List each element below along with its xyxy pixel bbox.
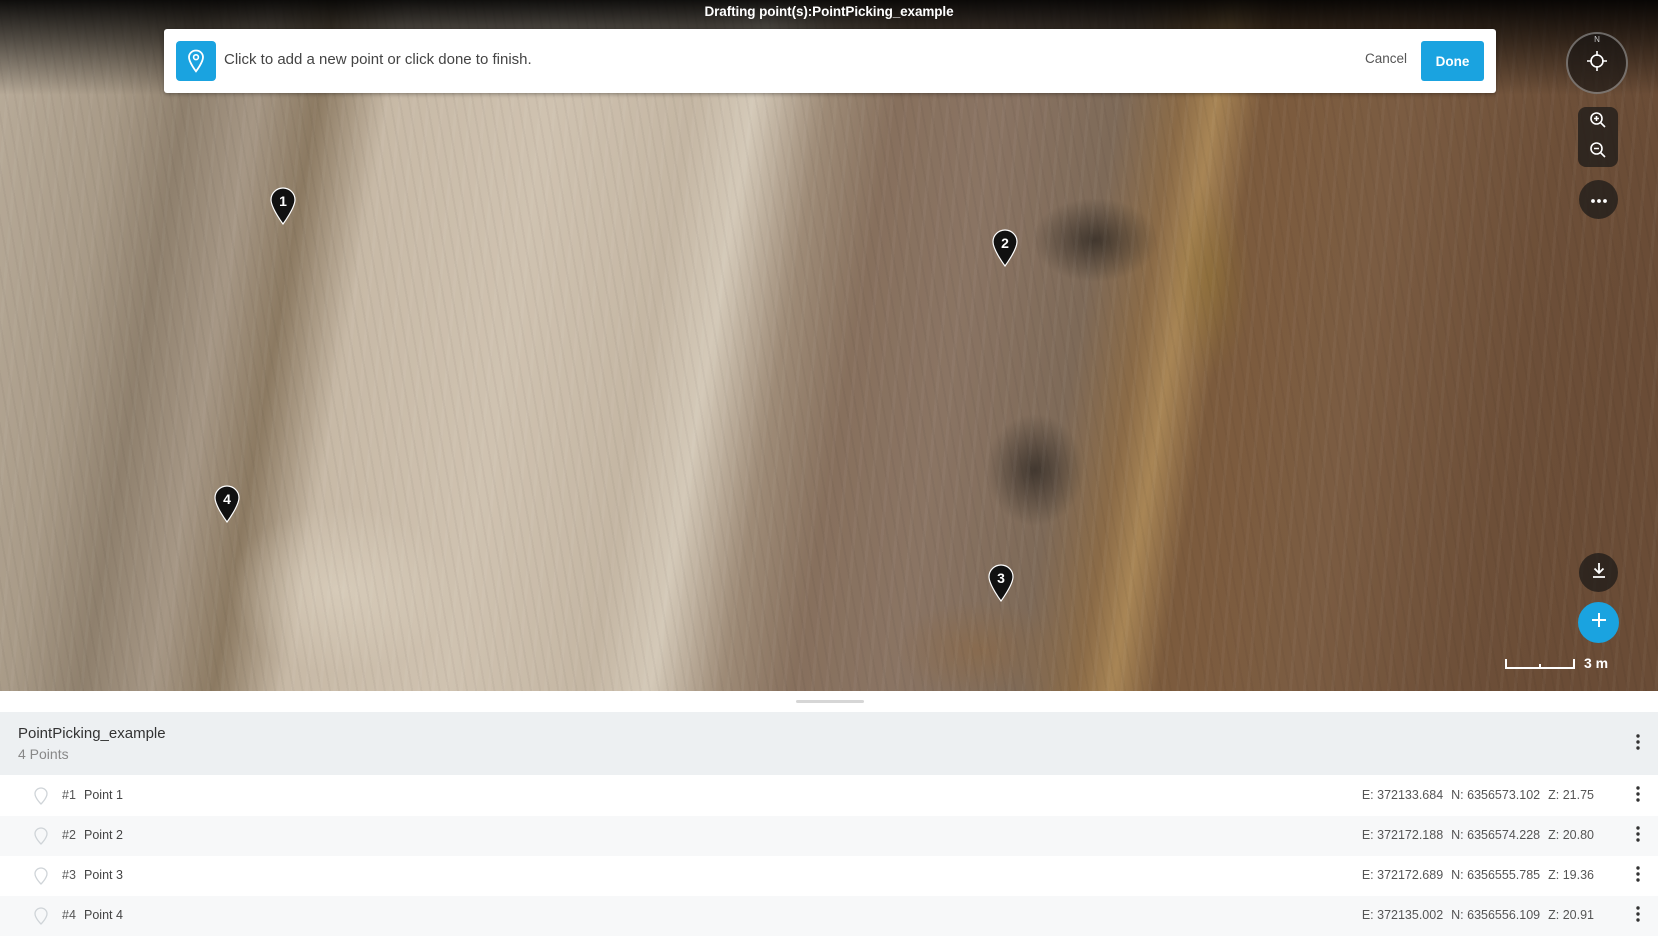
easting: E: 372133.684 xyxy=(1361,788,1444,802)
kebab-icon xyxy=(1636,905,1640,927)
layer-point-count: 4 Points xyxy=(18,746,69,762)
scale-bar xyxy=(1505,656,1575,669)
kebab-icon xyxy=(1636,865,1640,887)
map-marker[interactable]: 3 xyxy=(988,564,1014,602)
compass-icon xyxy=(1586,50,1608,77)
map-canvas[interactable]: Drafting point(s):PointPicking_example C… xyxy=(0,0,1658,691)
point-menu-button[interactable] xyxy=(1628,784,1648,808)
more-icon xyxy=(1590,191,1608,209)
point-name: Point 4 xyxy=(84,908,123,922)
point-number: #1 xyxy=(62,788,76,802)
prompt-text: Click to add a new point or click done t… xyxy=(224,51,532,68)
prompt-bar: Click to add a new point or click done t… xyxy=(164,29,1496,93)
point-row[interactable]: #1 Point 1 E: 372133.684 N: 6356573.102 Z:… xyxy=(0,776,1658,816)
map-texture xyxy=(0,0,1658,691)
download-icon xyxy=(1590,561,1608,584)
download-button[interactable] xyxy=(1579,553,1618,592)
kebab-icon xyxy=(1636,785,1640,807)
point-menu-button[interactable] xyxy=(1628,904,1648,928)
layer-name: PointPicking_example xyxy=(18,725,166,742)
point-number: #4 xyxy=(62,908,76,922)
kebab-icon xyxy=(1636,733,1640,755)
point-menu-button[interactable] xyxy=(1628,864,1648,888)
location-pin-icon xyxy=(176,41,216,81)
easting: E: 372172.188 xyxy=(1361,828,1444,842)
points-panel: PointPicking_example 4 Points #1 Point 1… xyxy=(0,691,1658,936)
marker-label: 3 xyxy=(997,570,1005,586)
done-button[interactable]: Done xyxy=(1421,41,1484,81)
elevation: Z: 20.91 xyxy=(1548,908,1594,922)
window-title: Drafting point(s):PointPicking_example xyxy=(704,4,954,19)
point-pin-icon xyxy=(34,827,48,845)
compass-north-label: N xyxy=(1594,35,1600,44)
scale-label: 3 m xyxy=(1584,655,1609,671)
map-marker[interactable]: 1 xyxy=(270,187,296,225)
point-menu-button[interactable] xyxy=(1628,824,1648,848)
point-row[interactable]: #2 Point 2 E: 372172.188 N: 6356574.228 Z:… xyxy=(0,816,1658,856)
kebab-icon xyxy=(1636,825,1640,847)
point-coordinates: E: 372172.188 N: 6356574.228 Z: 20.80 xyxy=(1354,828,1594,842)
point-name: Point 2 xyxy=(84,828,123,842)
point-pin-icon xyxy=(34,787,48,805)
point-row[interactable]: #4 Point 4 E: 372135.002 N: 6356556.109 Z:… xyxy=(0,896,1658,936)
point-row[interactable]: #3 Point 3 E: 372172.689 N: 6356555.785 Z:… xyxy=(0,856,1658,896)
elevation: Z: 21.75 xyxy=(1548,788,1594,802)
layer-header[interactable]: PointPicking_example 4 Points xyxy=(0,712,1658,775)
zoom-controls xyxy=(1578,107,1618,167)
point-pin-icon xyxy=(34,907,48,925)
compass-button[interactable]: N xyxy=(1566,32,1628,94)
easting: E: 372135.002 xyxy=(1361,908,1444,922)
layer-menu-button[interactable] xyxy=(1628,732,1648,756)
point-name: Point 3 xyxy=(84,868,123,882)
marker-label: 2 xyxy=(1001,235,1009,251)
map-marker[interactable]: 4 xyxy=(214,485,240,523)
northing: N: 6356573.102 xyxy=(1451,788,1541,802)
panel-drag-handle[interactable] xyxy=(796,700,864,703)
add-icon xyxy=(1590,611,1608,634)
marker-label: 1 xyxy=(279,193,287,209)
zoom-out-button[interactable] xyxy=(1578,137,1618,167)
zoom-in-icon xyxy=(1589,111,1607,134)
point-number: #2 xyxy=(62,828,76,842)
northing: N: 6356574.228 xyxy=(1451,828,1541,842)
point-pin-icon xyxy=(34,867,48,885)
cancel-button[interactable]: Cancel xyxy=(1365,51,1407,66)
add-button[interactable] xyxy=(1578,602,1619,643)
easting: E: 372172.689 xyxy=(1361,868,1444,882)
zoom-out-icon xyxy=(1589,141,1607,164)
point-coordinates: E: 372172.689 N: 6356555.785 Z: 19.36 xyxy=(1354,868,1594,882)
point-number: #3 xyxy=(62,868,76,882)
northing: N: 6356555.785 xyxy=(1451,868,1541,882)
point-coordinates: E: 372133.684 N: 6356573.102 Z: 21.75 xyxy=(1354,788,1594,802)
northing: N: 6356556.109 xyxy=(1451,908,1541,922)
elevation: Z: 19.36 xyxy=(1548,868,1594,882)
elevation: Z: 20.80 xyxy=(1548,828,1594,842)
marker-label: 4 xyxy=(223,491,231,507)
map-marker[interactable]: 2 xyxy=(992,229,1018,267)
point-name: Point 1 xyxy=(84,788,123,802)
point-coordinates: E: 372135.002 N: 6356556.109 Z: 20.91 xyxy=(1354,908,1594,922)
zoom-in-button[interactable] xyxy=(1578,107,1618,137)
more-options-button[interactable] xyxy=(1579,180,1618,219)
